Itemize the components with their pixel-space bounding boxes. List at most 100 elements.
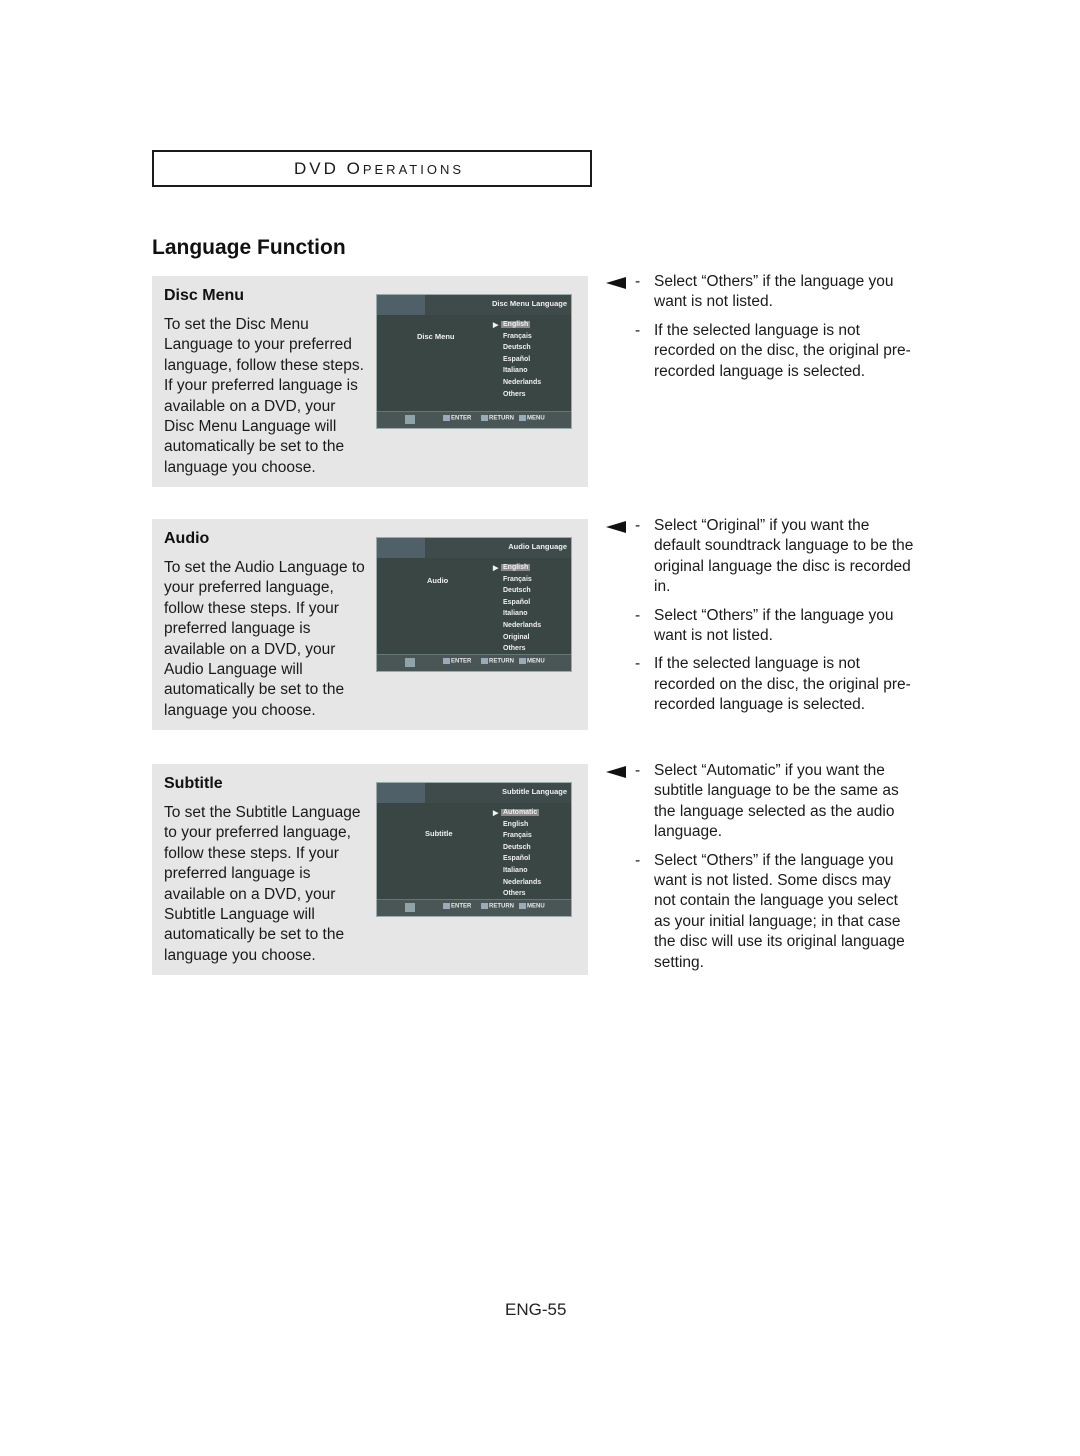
osd-option[interactable]: Français [501, 832, 534, 839]
osd-option[interactable]: Italiano [501, 867, 530, 874]
osd-option[interactable]: Others [501, 890, 528, 897]
note-text: If the selected language is not recorded… [654, 321, 911, 380]
osd-option-label: English [503, 820, 529, 828]
menu-key-icon [519, 903, 526, 909]
note-item: - Select “Others” if the language you wan… [606, 272, 916, 313]
osd-menu-button[interactable]: MENU [519, 658, 545, 665]
osd-label: Audio [427, 576, 449, 585]
osd-option-label: Italiano [503, 867, 528, 874]
osd-return-button[interactable]: RETURN [481, 903, 514, 910]
menu-key-icon [519, 658, 526, 664]
osd-option[interactable]: Nederlands [501, 622, 543, 629]
osd-option-label: English [503, 321, 529, 328]
subtitle-panel: Subtitle To set the Subtitle Language to… [152, 764, 588, 975]
osd-option[interactable]: Español [501, 599, 532, 606]
osd-button-bar: ENTER RETURN MENU [377, 411, 571, 428]
return-key-icon [481, 415, 488, 421]
return-key-icon [481, 658, 488, 664]
osd-option[interactable]: ▶ English [493, 564, 531, 572]
osd-option[interactable]: Others [501, 391, 528, 398]
osd-option[interactable]: Italiano [501, 367, 530, 374]
direction-pad-icon [405, 903, 415, 912]
osd-option[interactable]: Others [501, 645, 528, 652]
osd-option-label: Français [503, 332, 532, 340]
note-item: - If the selected language is not recorde… [606, 654, 916, 715]
osd-enter-button[interactable]: ENTER [443, 658, 471, 665]
osd-option-label: Deutsch [503, 587, 531, 595]
osd-option[interactable]: Nederlands [501, 879, 543, 886]
disc-menu-panel: Disc Menu To set the Disc Menu Language … [152, 276, 588, 487]
osd-option-label: Deutsch [503, 344, 531, 352]
osd-option[interactable]: English [501, 821, 530, 828]
osd-option[interactable]: ▶ Automatic [493, 809, 540, 817]
note-item: - Select “Original” if you want the defau… [606, 516, 916, 598]
panel-heading: Subtitle [164, 775, 223, 792]
osd-option[interactable]: Deutsch [501, 844, 533, 851]
osd-label: Subtitle [425, 829, 453, 838]
bullet-dash: - [635, 851, 641, 869]
osd-label: Disc Menu [417, 332, 455, 341]
osd-option[interactable]: Français [501, 333, 534, 340]
audio-notes: - Select “Original” if you want the defau… [606, 516, 916, 724]
left-pointer-icon [606, 277, 626, 289]
osd-option-label: Automatic [503, 809, 538, 816]
page-title: Language Function [152, 236, 346, 259]
note-text: Select “Original” if you want the defaul… [654, 517, 914, 596]
osd-option[interactable]: Français [501, 576, 534, 583]
panel-body: To set the Audio Language to your prefer… [164, 559, 365, 719]
osd-title: Disc Menu Language [491, 299, 567, 308]
panel-body: To set the Subtitle Language to your pre… [164, 804, 361, 964]
osd-option[interactable]: Nederlands [501, 379, 543, 386]
page-number: ENG-55 [505, 1300, 567, 1319]
osd-screen: Disc Menu Language Disc Menu ▶ English Fra… [376, 294, 572, 429]
subtitle-notes: - Select “Automatic” if you want the subt… [606, 761, 916, 981]
bullet-dash: - [635, 762, 641, 779]
note-text: Select “Others” if the language you want… [654, 606, 894, 645]
osd-title: Subtitle Language [501, 787, 567, 796]
menu-key-icon [519, 415, 526, 421]
note-item: - Select “Others” if the language you wan… [606, 606, 916, 647]
osd-title: Audio Language [508, 542, 567, 551]
osd-option[interactable]: Original [501, 634, 531, 641]
note-text: If the selected language is not recorded… [654, 655, 911, 714]
osd-option[interactable]: Deutsch [501, 587, 533, 594]
disc-menu-notes: - Select “Others” if the language you wan… [606, 272, 916, 390]
direction-pad-icon [405, 415, 415, 424]
osd-return-button[interactable]: RETURN [481, 415, 514, 422]
osd-option-label: Español [503, 855, 531, 863]
audio-panel: Audio To set the Audio Language to your … [152, 519, 588, 730]
osd-menu-button[interactable]: MENU [519, 903, 545, 910]
bullet-dash: - [635, 517, 641, 534]
osd-enter-button[interactable]: ENTER [443, 903, 471, 910]
note-item: - If the selected language is not recorde… [606, 321, 916, 382]
osd-option[interactable]: Español [501, 855, 532, 862]
enter-key-icon [443, 903, 450, 909]
selection-arrow-icon: ▶ [493, 565, 499, 572]
osd-option[interactable]: Deutsch [501, 344, 533, 351]
osd-option-label: Others [503, 890, 526, 898]
enter-key-icon [443, 658, 450, 664]
osd-option-label: Others [503, 390, 526, 398]
return-key-icon [481, 903, 488, 909]
osd-screen: Audio Language Audio ▶ English Français Deu… [376, 537, 572, 672]
osd-option[interactable]: Italiano [501, 610, 530, 617]
osd-option-label: Original [503, 633, 530, 641]
osd-option[interactable]: Español [501, 356, 532, 363]
osd-option-label: Nederlands [503, 379, 542, 386]
section-header: DVD OPERATIONS [152, 150, 592, 187]
osd-enter-button[interactable]: ENTER [443, 415, 471, 422]
selection-arrow-icon: ▶ [493, 810, 499, 817]
left-pointer-icon [606, 766, 626, 778]
direction-pad-icon [405, 658, 415, 667]
osd-screen: Subtitle Language Subtitle ▶ Automatic Eng… [376, 782, 572, 917]
note-text: Select “Automatic” if you want the subti… [654, 762, 899, 841]
osd-option[interactable]: ▶ English [493, 321, 531, 329]
osd-option-label: Italiano [503, 610, 528, 618]
note-text: Select “Others” if the language you want… [654, 851, 905, 971]
note-item: - Select “Others” if the language you wan… [606, 851, 916, 973]
osd-option-label: Others [503, 645, 526, 653]
osd-return-button[interactable]: RETURN [481, 658, 514, 665]
osd-button-bar: ENTER RETURN MENU [377, 899, 571, 916]
osd-menu-button[interactable]: MENU [519, 415, 545, 422]
osd-option-label: English [503, 564, 529, 571]
